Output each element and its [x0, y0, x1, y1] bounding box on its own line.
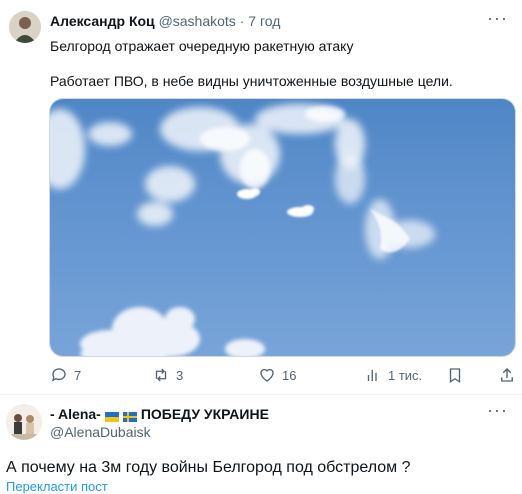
like-button[interactable]: 16: [258, 366, 296, 384]
sweden-flag-icon: [122, 409, 137, 422]
retweet-count: 3: [176, 367, 184, 383]
tweet-text-line: Белгород отражает очередную ракетную ата…: [50, 38, 354, 54]
more-horizontal-icon[interactable]: ···: [487, 400, 508, 421]
bookmark-button[interactable]: [446, 366, 464, 384]
author-name[interactable]: - Alena-: [50, 406, 101, 422]
retweet-button[interactable]: 3: [152, 366, 183, 384]
separator-dot: ·: [239, 13, 245, 29]
author-handle[interactable]: @sashakots: [159, 13, 236, 29]
tweet-text-line: Работает ПВО, в небе видны уничтоженные …: [50, 73, 453, 89]
share-icon: [501, 368, 513, 382]
tweet-header: Александр Коц @sashakots · 7 год: [50, 13, 280, 29]
author-handle[interactable]: @AlenaDubaisk: [50, 424, 151, 440]
reply-count: 7: [74, 367, 82, 383]
views-button[interactable]: 1 тис.: [364, 366, 422, 384]
author-name-suffix[interactable]: ПОБЕДУ УКРАИНЕ: [141, 406, 269, 422]
avatar[interactable]: [9, 11, 41, 43]
tweet-reply[interactable]: - Alena- ПОБЕДУ УКРАИНЕ @AlenaDubaisk ··…: [0, 395, 522, 494]
retweet-icon: [155, 368, 167, 382]
heart-icon: [260, 368, 274, 382]
reply-text: А почему на 3м году войны Белгород под о…: [6, 459, 411, 476]
ukraine-flag-icon: [104, 409, 119, 422]
more-horizontal-icon[interactable]: ···: [487, 8, 508, 29]
views-chart-icon: [367, 369, 377, 381]
tweet-header: - Alena- ПОБЕДУ УКРАИНЕ: [50, 406, 269, 422]
tweet-actions: 7 3 16 1 тис.: [50, 366, 520, 388]
views-count: 1 тис.: [388, 367, 423, 383]
like-count: 16: [282, 367, 297, 383]
timestamp[interactable]: 7 год: [248, 13, 280, 29]
reply-icon: [51, 368, 66, 382]
reply-button[interactable]: 7: [50, 366, 81, 384]
share-button[interactable]: [498, 366, 516, 384]
avatar[interactable]: [6, 404, 42, 440]
tweet-media-image[interactable]: [49, 98, 516, 357]
tweet-main[interactable]: Александр Коц @sashakots · 7 год ··· Бел…: [0, 0, 522, 394]
bookmark-icon: [449, 368, 461, 384]
author-name[interactable]: Александр Коц: [50, 13, 155, 29]
